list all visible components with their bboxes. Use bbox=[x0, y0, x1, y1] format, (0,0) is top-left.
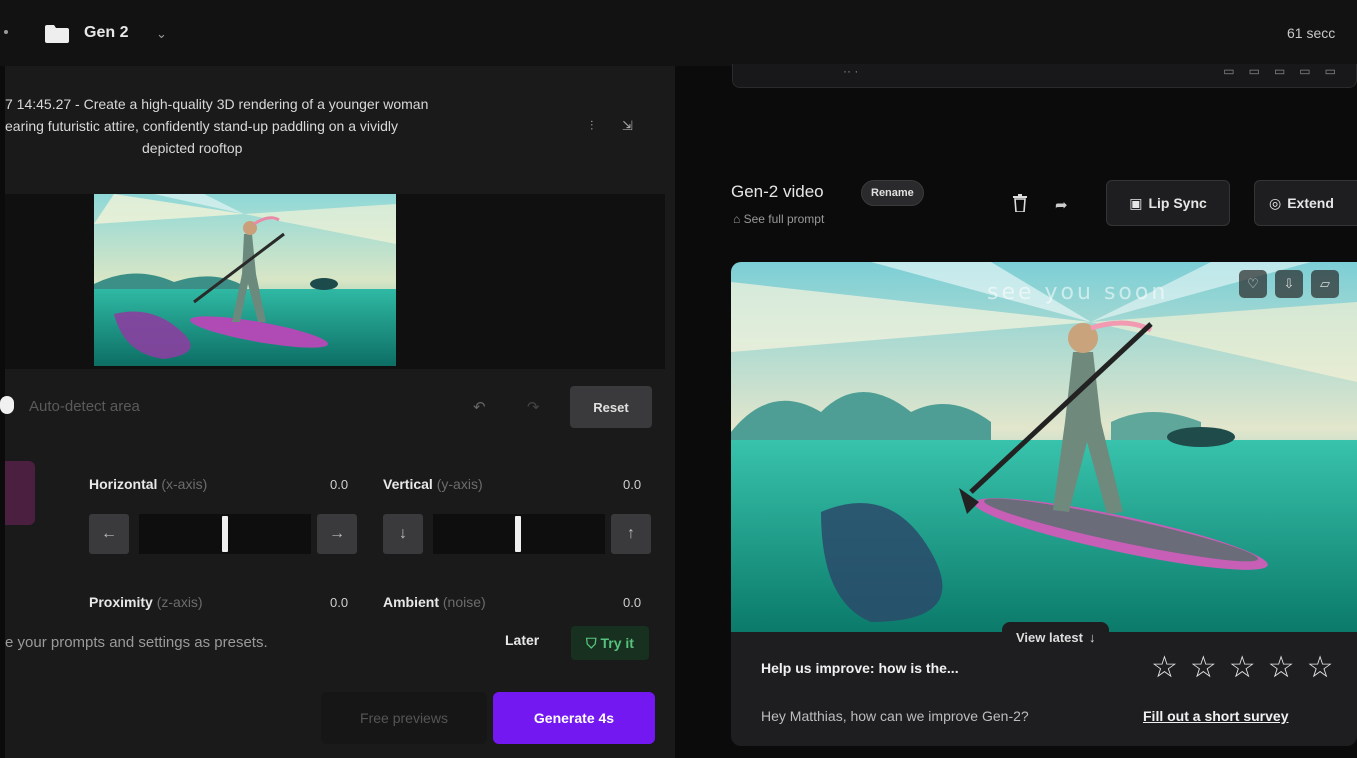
reset-button[interactable]: Reset bbox=[570, 386, 652, 428]
arrow-left-icon[interactable]: ← bbox=[89, 514, 129, 554]
copy-icon[interactable]: ⫶ bbox=[590, 118, 593, 134]
vertical-label: Vertical (y-axis) bbox=[383, 476, 483, 492]
video-title: Gen-2 video bbox=[731, 182, 824, 201]
more-icon[interactable]: ·· · bbox=[843, 64, 858, 78]
top-bar: Gen 2 ⌄ 61 secc bbox=[0, 0, 1357, 66]
video-frame bbox=[731, 262, 1357, 632]
source-image-thumbnail bbox=[94, 194, 396, 366]
left-panel: 7 14:45.27 - Create a high-quality 3D re… bbox=[0, 66, 675, 758]
try-it-button[interactable]: ⛉ Try it bbox=[571, 626, 649, 660]
credits-counter: 61 secc bbox=[1287, 25, 1336, 41]
right-panel: ·· · ▭▭▭▭▭ Gen-2 video Rename ⌂ See full… bbox=[675, 64, 1357, 758]
redo-icon[interactable]: ↷ bbox=[527, 398, 540, 416]
arrow-down-icon[interactable]: ↓ bbox=[383, 514, 423, 554]
free-previews-button[interactable]: Free previews bbox=[321, 692, 487, 744]
prompt-text-line: earing futuristic attire, confidently st… bbox=[5, 118, 398, 134]
survey-question: Help us improve: how is the... bbox=[761, 660, 959, 676]
prompt-text-line: depicted rooftop bbox=[142, 140, 243, 156]
proximity-label: Proximity (z-axis) bbox=[89, 594, 203, 610]
motion-brush-canvas[interactable] bbox=[5, 194, 665, 369]
trash-icon[interactable] bbox=[1013, 194, 1027, 212]
arrow-right-icon[interactable]: → bbox=[317, 514, 357, 554]
auto-detect-label: Auto-detect area bbox=[29, 398, 140, 415]
arrow-up-icon[interactable]: ↑ bbox=[611, 514, 651, 554]
extend-icon: ◎ bbox=[1269, 194, 1282, 211]
auto-detect-toggle[interactable] bbox=[0, 396, 14, 414]
lip-sync-icon: ▣ bbox=[1129, 194, 1143, 211]
vertical-slider-handle[interactable] bbox=[515, 516, 521, 552]
previous-generation-card: ·· · ▭▭▭▭▭ bbox=[732, 64, 1357, 88]
back-icon[interactable] bbox=[4, 30, 8, 34]
horizontal-slider-handle[interactable] bbox=[222, 516, 228, 552]
folder-icon[interactable]: ▱ bbox=[1311, 270, 1339, 298]
ambient-value[interactable]: 0.0 bbox=[623, 595, 641, 610]
horizontal-value[interactable]: 0.0 bbox=[330, 477, 348, 492]
survey-message: Hey Matthias, how can we improve Gen-2? bbox=[761, 708, 1029, 724]
project-name[interactable]: Gen 2 bbox=[84, 24, 128, 42]
ambient-label: Ambient (noise) bbox=[383, 594, 486, 610]
undo-icon[interactable]: ↶ bbox=[473, 398, 486, 416]
extend-button[interactable]: ◎ Extend bbox=[1254, 180, 1357, 226]
favorite-icon[interactable]: ♡ bbox=[1239, 270, 1267, 298]
proximity-value[interactable]: 0.0 bbox=[330, 595, 348, 610]
folder-icon bbox=[45, 25, 69, 43]
later-button[interactable]: Later bbox=[505, 632, 539, 648]
prompt-text-line: 7 14:45.27 - Create a high-quality 3D re… bbox=[5, 96, 429, 112]
see-full-prompt-link[interactable]: ⌂ See full prompt bbox=[733, 212, 824, 226]
brush-selector[interactable] bbox=[5, 461, 35, 525]
video-overlay-text: see you soon bbox=[987, 280, 1169, 305]
vertical-value[interactable]: 0.0 bbox=[623, 477, 641, 492]
expand-icon[interactable]: ⇲ bbox=[622, 118, 633, 134]
share-icon[interactable]: ➦ bbox=[1055, 196, 1068, 214]
lip-sync-button[interactable]: ▣ Lip Sync bbox=[1106, 180, 1230, 226]
survey-link[interactable]: Fill out a short survey bbox=[1143, 708, 1288, 724]
card-action-icons[interactable]: ▭▭▭▭▭ bbox=[1223, 64, 1350, 78]
video-player[interactable]: see you soon ♡ ⇩ ▱ bbox=[731, 262, 1357, 632]
arrow-down-icon: ↓ bbox=[1088, 629, 1096, 645]
preset-banner-text: e your prompts and settings as presets. bbox=[5, 634, 268, 651]
rating-stars[interactable]: ☆☆☆☆☆ bbox=[1151, 650, 1345, 685]
horizontal-slider[interactable] bbox=[139, 514, 311, 554]
chevron-down-icon[interactable]: ⌄ bbox=[156, 26, 167, 42]
download-icon[interactable]: ⇩ bbox=[1275, 270, 1303, 298]
bookmark-icon: ⛉ bbox=[586, 634, 597, 651]
view-latest-button[interactable]: View latest ↓ bbox=[1002, 622, 1110, 652]
vertical-slider[interactable] bbox=[433, 514, 605, 554]
horizontal-label: Horizontal (x-axis) bbox=[89, 476, 208, 492]
generate-button[interactable]: Generate 4s bbox=[493, 692, 655, 744]
rename-button[interactable]: Rename bbox=[861, 180, 924, 206]
